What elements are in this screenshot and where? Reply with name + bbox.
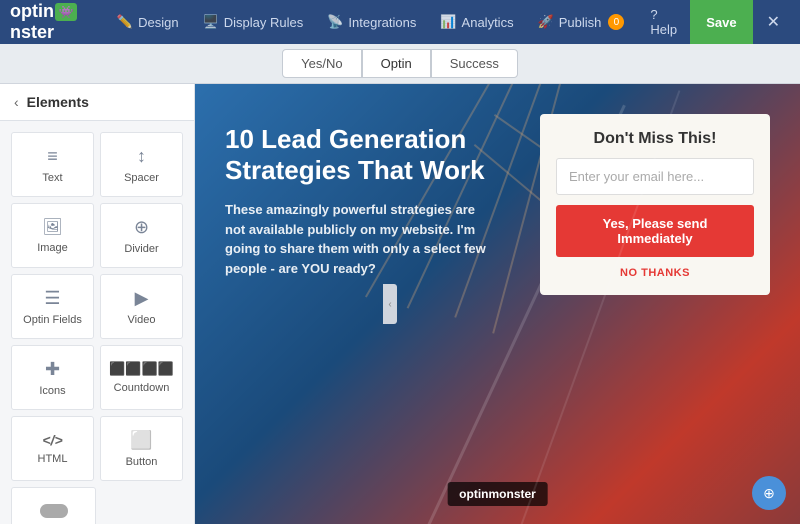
tab-success-label: Success [450,56,499,71]
spacer-element-icon: ↕ [137,146,146,167]
icons-element-icon: ✚ [45,359,60,380]
element-image[interactable]: 🖼 Image [11,203,94,268]
countdown-element-icon: ⬛⬛⬛⬛ [109,361,174,377]
save-button[interactable]: Save [690,0,752,44]
icons-element-label: Icons [39,385,65,397]
close-button[interactable]: ✕ [757,0,790,44]
yes-no-element-icon [40,504,68,518]
canvas-background: 10 Lead Generation Strategies That Work … [195,84,800,524]
logo: optinnster [10,1,93,43]
tab-yes-no[interactable]: Yes/No [282,49,361,78]
element-html[interactable]: </> HTML [11,416,94,481]
logo-monster-icon [55,3,77,21]
element-text[interactable]: ≡ Text [11,132,94,197]
element-countdown[interactable]: ⬛⬛⬛⬛ Countdown [100,345,183,410]
display-rules-icon: 🖥️ [203,14,219,30]
nav-analytics-label: Analytics [462,15,514,30]
element-button[interactable]: ⬜ Button [100,416,183,481]
optin-decline-button[interactable]: NO THANKS [556,267,754,279]
publish-badge: 0 [608,14,624,30]
analytics-icon: 📊 [440,14,456,30]
main-content: ‹ Elements ≡ Text ↕ Spacer 🖼 Image ⊕ [0,84,800,524]
element-spacer[interactable]: ↕ Spacer [100,132,183,197]
button-element-label: Button [126,456,158,468]
canvas-headline: 10 Lead Generation Strategies That Work [225,124,495,186]
sidebar-collapse-handle[interactable]: ‹ [383,284,397,324]
html-element-label: HTML [38,453,68,465]
save-label: Save [706,15,736,30]
elements-grid: ≡ Text ↕ Spacer 🖼 Image ⊕ Divider ☰ [0,121,194,524]
optin-fields-element-label: Optin Fields [23,314,82,326]
design-icon: ✏️ [117,14,133,30]
nav-integrations-label: Integrations [348,15,416,30]
tab-success[interactable]: Success [431,49,518,78]
tab-yes-no-label: Yes/No [301,56,342,71]
tab-optin[interactable]: Optin [362,49,431,78]
nav-analytics[interactable]: 📊 Analytics [430,0,523,44]
nav-publish[interactable]: 🚀 Publish 0 [528,0,635,44]
html-element-icon: </> [42,432,62,448]
optin-box: Don't Miss This! Enter your email here..… [540,114,770,295]
nav-display-rules[interactable]: 🖥️ Display Rules [193,0,314,44]
tab-optin-label: Optin [381,56,412,71]
help-circle-icon: ⊕ [763,485,775,502]
canvas-subtext: These amazingly powerful strategies are … [225,200,495,278]
text-element-icon: ≡ [47,146,58,167]
video-element-label: Video [128,314,156,326]
canvas-text-content: 10 Lead Generation Strategies That Work … [225,124,495,278]
publish-icon: 🚀 [538,14,554,30]
integrations-icon: 📡 [327,14,343,30]
nav-publish-label: Publish [559,15,602,30]
optin-submit-button[interactable]: Yes, Please send Immediately [556,205,754,257]
text-element-label: Text [42,172,62,184]
sidebar-title: Elements [27,94,89,110]
button-element-icon: ⬜ [130,430,152,451]
close-icon: ✕ [767,12,780,32]
elements-sidebar: ‹ Elements ≡ Text ↕ Spacer 🖼 Image ⊕ [0,84,195,524]
nav-integrations[interactable]: 📡 Integrations [317,0,426,44]
divider-element-label: Divider [124,243,158,255]
canvas-help-button[interactable]: ⊕ [752,476,786,510]
video-element-icon: ▶ [135,288,149,309]
nav-display-rules-label: Display Rules [224,15,303,30]
element-icons[interactable]: ✚ Icons [11,345,94,410]
element-yes-no[interactable]: Yes/No [11,487,96,524]
sidebar-header: ‹ Elements [0,84,194,121]
canvas-area: 10 Lead Generation Strategies That Work … [195,84,800,524]
canvas-logo-badge: optinmonster [447,482,548,506]
nav-design[interactable]: ✏️ Design [107,0,189,44]
optin-email-placeholder[interactable]: Enter your email here... [556,158,754,195]
sidebar-back-button[interactable]: ‹ [14,94,19,110]
element-divider[interactable]: ⊕ Divider [100,203,183,268]
sub-tabs-bar: Yes/No Optin Success [0,44,800,84]
image-element-label: Image [37,242,68,254]
nav-design-label: Design [138,15,178,30]
countdown-element-label: Countdown [114,382,170,394]
image-element-icon: 🖼 [42,217,62,237]
help-label: ? Help [650,7,678,37]
logo-text: optinnster [10,1,93,43]
element-optin-fields[interactable]: ☰ Optin Fields [11,274,94,339]
optin-fields-element-icon: ☰ [44,288,60,309]
spacer-element-label: Spacer [124,172,159,184]
top-navigation: optinnster ✏️ Design 🖥️ Display Rules 📡 … [0,0,800,44]
nav-help[interactable]: ? Help [642,0,686,44]
element-video[interactable]: ▶ Video [100,274,183,339]
optin-title: Don't Miss This! [556,130,754,148]
divider-element-icon: ⊕ [134,217,149,238]
